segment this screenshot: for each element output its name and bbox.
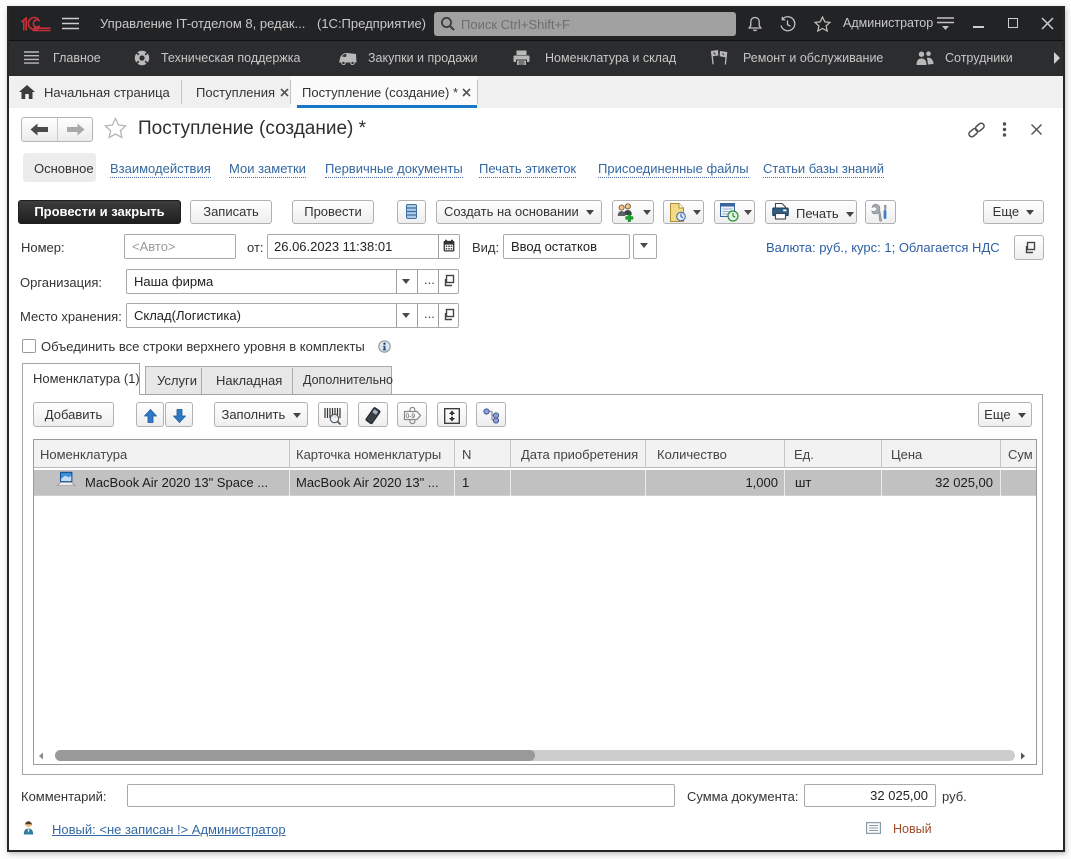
svg-text:0-9: 0-9 [406, 413, 416, 420]
